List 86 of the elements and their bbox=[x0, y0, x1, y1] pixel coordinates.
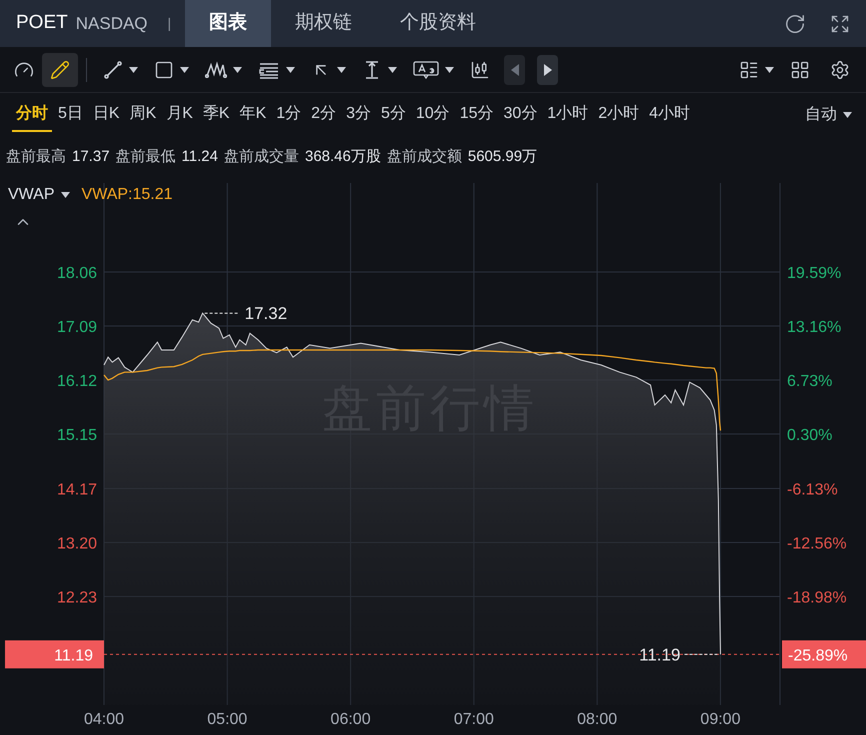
period-tab[interactable]: 分时 bbox=[12, 98, 52, 132]
period-tab[interactable]: 4小时 bbox=[645, 98, 694, 132]
price-axis-label: 12.23 bbox=[56, 589, 97, 606]
time-axis-label: 09:00 bbox=[700, 711, 740, 728]
price-axis-label: 16.12 bbox=[56, 373, 97, 390]
caret-icon bbox=[445, 66, 454, 72]
caret-icon bbox=[388, 66, 397, 72]
caret-icon bbox=[180, 66, 189, 72]
stock-symbol: POET bbox=[16, 11, 68, 36]
period-tab[interactable]: 10分 bbox=[412, 98, 454, 132]
caret-icon bbox=[129, 66, 138, 72]
settings-icon bbox=[830, 60, 850, 80]
price-axis-label: 17.09 bbox=[56, 319, 97, 336]
mode-dropdown[interactable]: 自动 bbox=[805, 103, 852, 127]
time-axis-label: 07:00 bbox=[454, 711, 494, 728]
price-annotation: 17.32 bbox=[244, 304, 288, 324]
percent-axis-label: -18.98% bbox=[787, 589, 847, 606]
period-tab[interactable]: 年K bbox=[236, 98, 270, 132]
refresh-icon[interactable] bbox=[784, 12, 806, 34]
time-axis-label: 04:00 bbox=[84, 711, 124, 728]
stat-value: 5605.99万 bbox=[468, 146, 538, 167]
percent-axis-label: 19.59% bbox=[787, 265, 842, 282]
percent-axis-label: 6.73% bbox=[787, 373, 832, 390]
candlestick-icon bbox=[470, 60, 490, 80]
stat-label: 盘前成交额 bbox=[386, 146, 462, 167]
period-tab[interactable]: 1小时 bbox=[543, 98, 592, 132]
period-tab[interactable]: 30分 bbox=[499, 98, 542, 132]
wave-tool-icon bbox=[205, 60, 227, 80]
period-tab[interactable]: 2小时 bbox=[594, 98, 644, 132]
period-tab[interactable]: 月K bbox=[162, 98, 197, 132]
period-tab[interactable]: 3分 bbox=[342, 98, 375, 132]
percent-axis-label: 0.30% bbox=[787, 426, 832, 444]
rectangle-icon bbox=[154, 60, 174, 80]
caret-icon bbox=[286, 66, 295, 72]
caret-icon bbox=[60, 192, 70, 198]
pencil-icon bbox=[50, 60, 70, 80]
separator: | bbox=[168, 14, 172, 33]
percent-axis-label: -6.13% bbox=[787, 482, 838, 499]
line-tool-icon bbox=[103, 60, 123, 80]
period-tab[interactable]: 1分 bbox=[272, 98, 306, 132]
tab[interactable]: 个股资料 bbox=[376, 0, 500, 47]
stat-value: 368.46万股 bbox=[304, 146, 381, 167]
caret-icon bbox=[765, 66, 774, 72]
stat-value: 11.24 bbox=[182, 146, 218, 167]
time-axis-label: 06:00 bbox=[330, 711, 371, 728]
fullscreen-icon[interactable] bbox=[830, 14, 850, 34]
price-axis-label: 14.17 bbox=[56, 482, 97, 499]
caret-icon bbox=[337, 66, 346, 72]
tab[interactable]: 期权链 bbox=[271, 0, 376, 47]
next-button[interactable] bbox=[537, 54, 558, 84]
price-annotation: 11.19 bbox=[639, 645, 680, 664]
time-axis-label: 05:00 bbox=[207, 711, 248, 728]
time-axis-label: 08:00 bbox=[577, 711, 618, 728]
list-icon bbox=[739, 60, 759, 80]
percent-axis-label: 13.16% bbox=[787, 319, 842, 336]
stat-label: 盘前成交量 bbox=[224, 146, 299, 167]
vwap-value: VWAP:15.21 bbox=[82, 185, 173, 205]
left-triangle-icon bbox=[510, 64, 518, 76]
tab[interactable]: 图表 bbox=[185, 0, 272, 47]
gauge-icon bbox=[14, 60, 34, 80]
stat-label: 盘前最低 bbox=[116, 146, 176, 167]
exchange-name: NASDAQ bbox=[76, 12, 148, 35]
last-percent-tag: -25.89% bbox=[782, 640, 866, 668]
price-axis-label: 13.20 bbox=[56, 536, 97, 552]
period-tab[interactable]: 2分 bbox=[307, 98, 340, 132]
period-tab[interactable]: 季K bbox=[198, 98, 234, 132]
period-tab[interactable]: 5分 bbox=[376, 98, 410, 132]
right-triangle-icon bbox=[544, 64, 552, 76]
percent-axis-label: -12.56% bbox=[787, 536, 847, 552]
price-axis-label: 15.15 bbox=[56, 426, 97, 444]
toolbar-button[interactable] bbox=[42, 52, 78, 86]
leader-line bbox=[684, 654, 719, 655]
leader-line bbox=[204, 312, 240, 314]
period-tab[interactable]: 15分 bbox=[456, 98, 498, 132]
period-tab[interactable]: 周K bbox=[126, 98, 160, 132]
stat-value: 17.37 bbox=[72, 146, 110, 167]
caret-icon bbox=[233, 66, 242, 72]
stat-label: 盘前最高 bbox=[6, 146, 66, 167]
indicator-dropdown[interactable]: VWAP bbox=[8, 183, 70, 207]
last-price-tag: 11.19 bbox=[5, 640, 104, 668]
text-box-icon bbox=[413, 60, 439, 80]
period-tab[interactable]: 日K bbox=[88, 98, 124, 132]
period-tab[interactable]: 5日 bbox=[54, 98, 87, 132]
caret-icon bbox=[843, 112, 852, 118]
grid-icon bbox=[790, 60, 810, 80]
price-axis-label: 18.06 bbox=[56, 265, 97, 282]
